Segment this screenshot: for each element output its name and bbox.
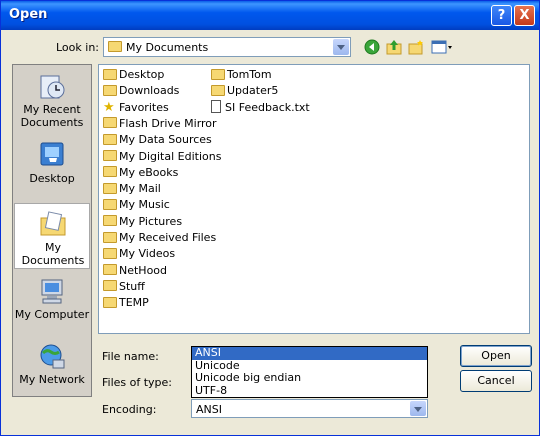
help-button[interactable]: ? [491,5,512,26]
list-item[interactable]: ★ Favorites [103,100,169,116]
list-item[interactable]: Desktop [103,67,164,83]
folder-icon [103,68,117,80]
encoding-option[interactable]: UTF-8 [192,384,427,398]
folder-icon [103,296,117,308]
file-name: Downloads [119,84,180,98]
place-my-documents[interactable]: My Documents [14,203,90,269]
folder-icon [103,231,117,243]
place-label: My Network [19,373,85,386]
list-item[interactable]: My Pictures [103,214,182,230]
file-name: My Digital Editions [119,149,222,163]
encoding-option[interactable]: ANSI [192,346,427,360]
window-title: Open [9,7,48,22]
list-item[interactable]: My Digital Editions [103,149,221,165]
back-icon[interactable] [364,39,380,55]
place-label: Desktop [29,172,75,185]
file-name: My Videos [119,247,176,261]
file-name: Favorites [119,100,169,114]
place-desktop[interactable]: Desktop [14,134,90,200]
file-list[interactable]: Desktop Downloads ★ Favorites Flash Drive Mi… [98,64,530,334]
file-name: Desktop [119,68,165,81]
place-label: My Computer [14,308,90,321]
folder-icon [103,182,117,194]
file-name: SI Feedback.txt [225,100,310,114]
folder-icon [211,68,225,80]
close-button[interactable]: X [514,5,535,26]
place-label: My Documents [21,241,85,267]
my-documents-icon [40,211,66,236]
list-item[interactable]: Stuff [103,279,145,295]
file-name: TomTom [227,68,272,81]
cancel-button[interactable]: Cancel [460,370,532,392]
open-dialog: Open ? X Look in: My Documents My Recent… [0,0,540,436]
list-item[interactable]: My Data Sources [103,132,212,148]
list-item[interactable]: My Music [103,197,170,213]
lookin-label: Look in: [56,41,99,54]
folder-icon [103,280,117,292]
lookin-value: My Documents [126,41,209,54]
text-file-icon [211,100,221,114]
file-name: NetHood [119,263,168,277]
folder-icon [103,247,117,259]
list-item[interactable]: Downloads [103,83,179,99]
file-name: Flash Drive Mirror [119,116,217,130]
places-bar: My Recent Documents Desktop My Documents [12,64,92,397]
encoding-select[interactable]: ANSI [191,399,428,418]
folder-icon [211,84,225,96]
desktop-icon [40,142,64,166]
my-computer-icon [41,279,63,304]
folder-icon [103,166,117,178]
list-item[interactable]: Updater5 [211,83,278,99]
list-item[interactable]: TEMP [103,295,149,311]
folder-icon [103,198,117,210]
encoding-option[interactable]: Unicode big endian [192,371,427,385]
view-menu-icon[interactable] [431,39,453,55]
place-label: My Recent Documents [20,103,84,129]
file-name: Updater5 [227,84,279,98]
file-name: TEMP [119,296,149,310]
file-name: My Mail [119,182,161,196]
place-my-computer[interactable]: My Computer [14,271,90,337]
title-bar[interactable]: Open ? X [1,1,539,30]
folder-icon [103,150,117,161]
file-name: My Music [119,198,170,212]
list-item[interactable]: Flash Drive Mirror [103,116,217,132]
up-folder-icon[interactable] [386,39,402,55]
folder-icon [103,117,117,129]
star-icon: ★ [103,99,115,115]
file-name: My Data Sources [119,133,212,147]
my-network-icon [40,344,65,369]
new-folder-icon[interactable] [408,39,424,55]
list-item[interactable]: My Mail [103,181,161,197]
folder-icon [103,133,117,145]
list-item[interactable]: NetHood [103,263,167,279]
encoding-value: ANSI [196,403,222,416]
place-my-network[interactable]: My Network [14,337,90,403]
open-button[interactable]: Open [460,345,532,367]
list-item[interactable]: My eBooks [103,165,178,181]
filetype-label: Files of type: [102,376,173,389]
recent-documents-icon [40,75,65,99]
my-documents-folder-icon [108,41,122,52]
file-name: My Pictures [119,214,183,228]
list-item[interactable]: TomTom [211,67,272,83]
lookin-select[interactable]: My Documents [103,37,351,57]
folder-icon [103,215,117,227]
file-name: My eBooks [119,165,179,179]
folder-icon [103,264,117,276]
list-item[interactable]: My Videos [103,246,175,262]
filename-label: File name: [102,350,159,363]
encoding-label: Encoding: [102,403,157,416]
chevron-down-icon[interactable] [410,401,426,416]
place-my-recent-documents[interactable]: My Recent Documents [14,67,90,133]
file-name: My Received Files [119,231,217,244]
chevron-down-icon[interactable] [333,39,349,55]
file-name: Stuff [119,279,145,293]
list-item[interactable]: SI Feedback.txt [211,100,310,116]
list-item[interactable]: My Received Files [103,230,216,246]
folder-icon [103,84,117,96]
encoding-dropdown-list[interactable]: ANSI Unicode Unicode big endian UTF-8 [191,346,428,398]
